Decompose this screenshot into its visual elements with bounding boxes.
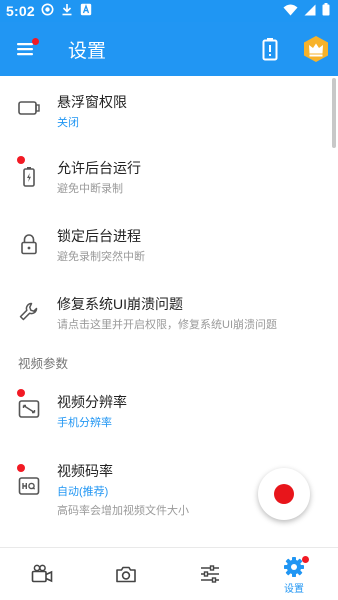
setting-floating-window[interactable]: 悬浮窗权限 关闭 <box>0 84 338 142</box>
setting-value: 手机分辨率 <box>57 417 112 429</box>
setting-background-run[interactable]: 允许后台运行 避免中断录制 <box>0 152 338 210</box>
battery-icon <box>322 3 330 16</box>
setting-title: 视频码率 <box>57 463 113 479</box>
cell-signal-icon <box>304 4 316 15</box>
setting-desc: 避免录制突然中断 <box>57 251 145 263</box>
setting-title: 锁定后台进程 <box>57 228 141 244</box>
setting-desc: 避免中断录制 <box>57 183 123 195</box>
setting-title: 修复系统UI崩溃问题 <box>57 296 183 312</box>
setting-value: 自动(推荐) <box>57 486 109 498</box>
bottom-nav: 设置 <box>0 547 338 600</box>
lock-icon <box>21 234 37 255</box>
setting-title: 悬浮窗权限 <box>57 94 127 110</box>
setting-value: 关闭 <box>57 117 79 129</box>
hq-icon <box>18 477 40 495</box>
video-camera-icon <box>31 564 53 583</box>
wrench-icon <box>19 302 38 321</box>
badge-dot <box>17 389 25 397</box>
battery-icon <box>23 167 35 187</box>
scrollbar[interactable] <box>332 78 336 148</box>
status-time: 5:02 <box>6 3 35 19</box>
nav-badge <box>302 556 309 563</box>
setting-fix-system-ui[interactable]: 修复系统UI崩溃问题 请点击这里并开启权限，修复系统UI崩溃问题 <box>0 288 338 346</box>
status-bar: 5:02 <box>0 0 338 22</box>
page-title: 设置 <box>68 41 107 62</box>
nav-settings[interactable]: 设置 <box>252 548 336 600</box>
notification-a-icon <box>80 3 92 16</box>
sliders-icon <box>201 565 219 583</box>
nav-label-settings: 设置 <box>284 584 304 595</box>
floating-window-icon <box>18 101 40 115</box>
setting-desc: 请点击这里并开启权限，修复系统UI崩溃问题 <box>57 319 277 331</box>
section-heading-video: 视频参数 <box>18 357 69 371</box>
resolution-icon <box>18 400 40 418</box>
vip-crown-icon[interactable] <box>302 35 330 63</box>
nav-tools[interactable] <box>168 548 252 600</box>
camera-icon <box>116 566 136 583</box>
nav-screenshots[interactable] <box>84 548 168 600</box>
setting-title: 视频分辨率 <box>57 394 127 410</box>
badge-dot <box>17 464 25 472</box>
screen-record-icon <box>41 3 54 16</box>
record-button[interactable] <box>258 468 310 520</box>
wifi-icon <box>283 4 298 15</box>
download-icon <box>62 4 72 16</box>
app-bar: 设置 <box>0 22 338 76</box>
setting-lock-process[interactable]: 锁定后台进程 避免录制突然中断 <box>0 220 338 278</box>
record-icon <box>274 484 294 504</box>
setting-note: 高码率会增加视频文件大小 <box>57 505 189 517</box>
setting-title: 允许后台运行 <box>57 160 141 176</box>
badge-dot <box>17 156 25 164</box>
menu-badge <box>32 38 39 45</box>
nav-videos[interactable] <box>0 548 84 600</box>
battery-optimization-icon[interactable] <box>259 36 281 62</box>
setting-video-resolution[interactable]: 视频分辨率 手机分辨率 <box>0 384 338 442</box>
